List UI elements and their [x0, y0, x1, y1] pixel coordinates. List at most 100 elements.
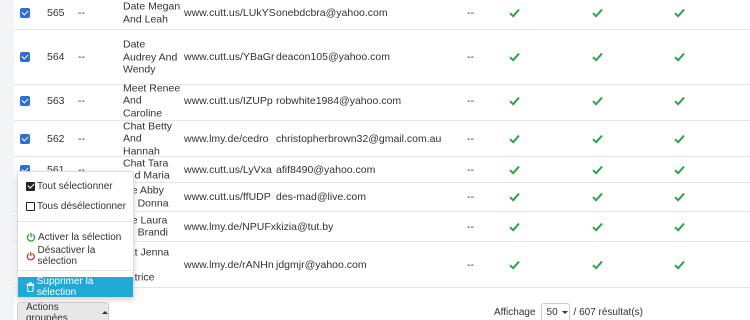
- bulk-actions-button[interactable]: Actions groupées: [17, 302, 109, 320]
- row-status-check: [509, 134, 520, 144]
- row-flag: --: [467, 258, 474, 271]
- row-status-check: [592, 260, 603, 270]
- checkbox-checked-icon: [20, 133, 30, 144]
- row-flag: --: [467, 220, 474, 233]
- checkbox-empty-icon: [26, 201, 35, 211]
- checkbox-checked-icon: [20, 8, 30, 18]
- caret-up-icon: [102, 311, 108, 314]
- menu-divider: [18, 221, 133, 222]
- check-icon: [509, 222, 520, 232]
- row-status-check: [592, 134, 603, 144]
- row-short-url[interactable]: www.cutt.us/LUkYS: [184, 7, 276, 20]
- row-short-url[interactable]: www.lmy.de/cedro: [184, 132, 268, 145]
- check-icon: [592, 222, 603, 232]
- menu-item-label: Activer la sélection: [38, 231, 122, 243]
- check-icon: [674, 192, 685, 202]
- check-icon: [674, 222, 685, 232]
- row-name-line: Hannah: [123, 144, 160, 157]
- check-icon: [592, 8, 603, 18]
- row-flag: --: [467, 50, 474, 63]
- row-name-line: Chat Betty: [123, 119, 173, 132]
- table-row: 565 -- Date Megan And Leah www.cutt.us/LUkYS…: [14, 0, 750, 30]
- row-name-line: And: [123, 94, 142, 107]
- row-name-line: Caroline: [123, 106, 163, 119]
- row-short-url[interactable]: www.cutt.us/LyVxa: [184, 163, 272, 176]
- checkbox-checked-icon: [26, 181, 35, 191]
- row-status-check: [509, 260, 520, 270]
- row-email: jdgmjr@yahoo.com: [276, 258, 367, 271]
- table-row: 564 -- Date Audrey And Wendy www.cutt.us/YBaG…: [14, 30, 750, 85]
- check-icon: [509, 134, 520, 144]
- row-name: Chat Betty And Hannah: [123, 120, 185, 158]
- menu-item-delete[interactable]: Supprimer la sélection: [18, 276, 133, 298]
- menu-item-select-all[interactable]: Tout sélectionner: [18, 177, 133, 195]
- check-icon: [592, 96, 603, 106]
- menu-item-label: Désactiver la sélection: [37, 245, 96, 267]
- check-icon: [509, 96, 520, 106]
- menu-item-activate[interactable]: Activer la sélection: [18, 228, 133, 246]
- trash-icon: [26, 282, 35, 292]
- row-flag: --: [467, 6, 474, 19]
- table-row: 562 -- Chat Betty And Hannah www.lmy.de/cedro…: [14, 120, 750, 158]
- row-status-check: [509, 165, 520, 175]
- check-icon: [592, 165, 603, 175]
- row-name-line: And Leah: [123, 13, 168, 25]
- row-status-check: [592, 8, 603, 18]
- row-checkbox[interactable]: [20, 8, 30, 18]
- check-icon: [674, 134, 685, 144]
- row-checkbox[interactable]: [20, 52, 30, 62]
- menu-item-deselect-all[interactable]: Tous désélectionner: [18, 197, 133, 215]
- menu-item-label: Supprimer la sélection: [36, 276, 94, 298]
- power-icon: [26, 251, 35, 261]
- menu-item-label: Tous désélectionner: [37, 200, 126, 212]
- row-status-check: [509, 96, 520, 106]
- check-icon: [674, 260, 685, 270]
- check-icon: [509, 165, 520, 175]
- results-total: / 607 résultat(s): [573, 306, 643, 318]
- row-email: christopherbrown32@gmail.com.au: [276, 132, 442, 145]
- check-icon: [674, 52, 685, 62]
- row-short-url[interactable]: www.cutt.us/ffUDP: [184, 191, 271, 204]
- menu-divider: [18, 270, 133, 271]
- check-icon: [674, 8, 685, 18]
- row-short-url[interactable]: www.lmy.de/NPUFx: [184, 220, 276, 233]
- per-page-select[interactable]: 50: [540, 302, 570, 320]
- row-checkbox[interactable]: [20, 95, 30, 106]
- row-status-check: [674, 165, 685, 175]
- check-icon: [592, 260, 603, 270]
- row-short-url[interactable]: www.cutt.us/YBaGr: [184, 51, 274, 64]
- row-status-check: [674, 96, 685, 106]
- bulk-actions-label: Actions groupées: [26, 301, 68, 320]
- row-status-check: [592, 96, 603, 106]
- row-name-line: Audrey And: [123, 50, 178, 63]
- row-status-check: [592, 52, 603, 62]
- bulk-actions-menu: Tout sélectionner Tous désélectionner Ac…: [17, 171, 134, 298]
- row-status: --: [78, 50, 85, 63]
- row-status-check: [509, 52, 520, 62]
- row-email: robwhite1984@yahoo.com: [276, 94, 402, 107]
- left-panel-background: [0, 0, 14, 320]
- row-status-check: [674, 52, 685, 62]
- row-status-check: [592, 165, 603, 175]
- row-id: 565: [47, 6, 65, 19]
- row-name-line: Chat Tara: [123, 157, 169, 169]
- row-flag: --: [467, 132, 474, 145]
- row-email: afif8490@yahoo.com: [276, 163, 376, 176]
- check-icon: [592, 192, 603, 202]
- row-name-line: Meet Renee: [123, 81, 181, 94]
- menu-item-deactivate[interactable]: Désactiver la sélection: [18, 245, 133, 267]
- row-email: des-mad@live.com: [276, 190, 367, 203]
- row-checkbox[interactable]: [20, 133, 30, 144]
- chevron-down-icon: [561, 310, 568, 314]
- row-status-check: [592, 192, 603, 202]
- row-status-check: [509, 192, 520, 202]
- row-short-url[interactable]: www.lmy.de/rANHn: [184, 258, 274, 271]
- row-id: 562: [47, 132, 65, 145]
- row-flag: --: [467, 163, 474, 176]
- row-short-url[interactable]: www.cutt.us/IZUPp: [184, 94, 273, 107]
- row-status-check: [674, 8, 685, 18]
- check-icon: [509, 260, 520, 270]
- check-icon: [509, 192, 520, 202]
- row-email: deacon105@yahoo.com: [276, 50, 390, 63]
- row-name-line: Wendy: [123, 63, 156, 76]
